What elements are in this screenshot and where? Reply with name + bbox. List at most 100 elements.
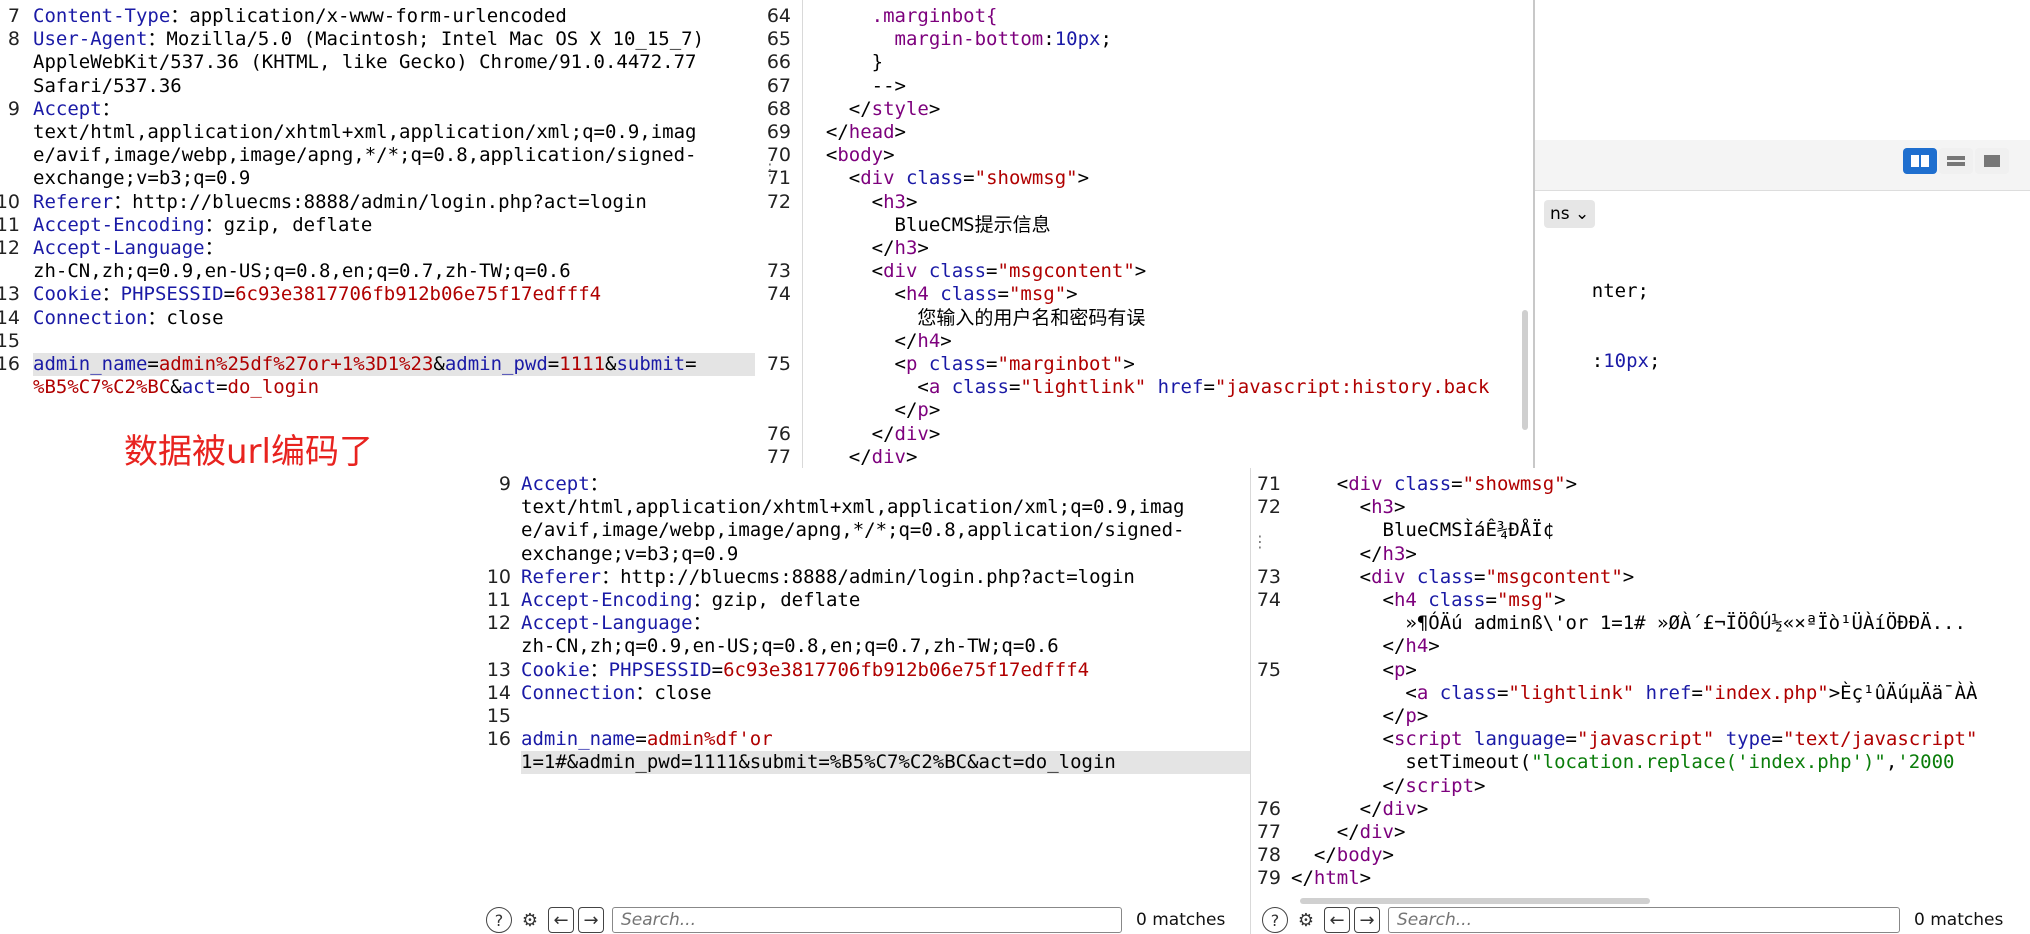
code-line[interactable]: </script> bbox=[1291, 775, 1486, 798]
code-line[interactable]: text/html,application/xhtml+xml,applicat… bbox=[521, 496, 1184, 519]
code-line[interactable]: Cookie：PHPSESSID=6c93e3817706fb912b06e75… bbox=[521, 659, 1089, 682]
code-line[interactable]: text/html,application/xhtml+xml,applicat… bbox=[33, 121, 696, 144]
code-line[interactable]: zh-CN,zh;q=0.9,en-US;q=0.8,en;q=0.7,zh-T… bbox=[521, 635, 1059, 658]
code-token: ：close bbox=[147, 306, 224, 329]
code-line[interactable]: admin_name=admin%25df%27or+1%3D1%23&admi… bbox=[33, 353, 755, 376]
background-code-line: nter; bbox=[1591, 280, 1649, 302]
scrollbar-track[interactable] bbox=[1522, 310, 1528, 430]
search-input[interactable] bbox=[612, 907, 1122, 933]
code-line[interactable]: Connection：close bbox=[521, 682, 712, 705]
arrow-left-icon[interactable]: ← bbox=[548, 907, 574, 933]
code-line[interactable]: Connection：close bbox=[33, 307, 224, 330]
request-panel-bottom: 9 Accept： text/html,application/xhtml+xml,… bbox=[485, 468, 1250, 908]
code-line[interactable]: margin-bottom:10px; bbox=[803, 28, 1112, 51]
code-line[interactable]: </h3> bbox=[1291, 543, 1417, 566]
code-line[interactable]: AppleWebKit/537.36 (KHTML, like Gecko) C… bbox=[33, 51, 696, 74]
code-line[interactable]: <div class="showmsg"> bbox=[803, 167, 1089, 190]
code-line[interactable]: <h4 class="msg"> bbox=[1291, 589, 1566, 612]
split-view-button[interactable] bbox=[1903, 148, 1937, 174]
code-line[interactable]: Safari/537.36 bbox=[33, 75, 182, 98]
code-line[interactable]: </body> bbox=[1291, 844, 1394, 867]
code-line[interactable]: </div> bbox=[1291, 798, 1429, 821]
code-line[interactable]: Referer：http://bluecms:8888/admin/login.… bbox=[521, 566, 1135, 589]
code-line[interactable]: zh-CN,zh;q=0.9,en-US;q=0.8,en;q=0.7,zh-T… bbox=[33, 260, 571, 283]
code-line[interactable]: <script language="javascript" type="text… bbox=[1291, 728, 1978, 751]
code-line[interactable]: </div> bbox=[803, 423, 941, 446]
chevron-down-icon: ⌄ bbox=[1575, 204, 1590, 224]
code-token: zh-CN,zh;q=0.9,en-US;q=0.8,en;q=0.7,zh-T… bbox=[521, 635, 1059, 658]
code-line[interactable]: Accept-Encoding：gzip, deflate bbox=[521, 589, 860, 612]
code-line[interactable]: 您输入的用户名和密码有误 bbox=[803, 307, 1145, 330]
code-line[interactable]: </style> bbox=[803, 98, 941, 121]
code-line[interactable]: User-Agent：Mozilla/5.0 (Macintosh; Intel… bbox=[33, 28, 704, 51]
code-line[interactable]: <h3> bbox=[1291, 496, 1406, 519]
code-line[interactable]: <p class="marginbot"> bbox=[803, 353, 1135, 376]
line-number: 13 bbox=[0, 283, 20, 306]
line-number: 7 bbox=[7, 5, 20, 27]
match-count: 0 matches bbox=[1136, 910, 1226, 930]
gear-icon[interactable]: ⚙ bbox=[516, 907, 544, 933]
arrow-right-icon[interactable]: → bbox=[1354, 907, 1380, 933]
code-line[interactable]: admin_name=admin%df'or bbox=[521, 728, 773, 751]
code-line[interactable]: Accept-Encoding：gzip, deflate bbox=[33, 214, 372, 237]
search-input[interactable] bbox=[1388, 907, 1900, 933]
code-line[interactable]: Referer：http://bluecms:8888/admin/login.… bbox=[33, 191, 647, 214]
code-line[interactable]: } bbox=[803, 51, 883, 74]
code-line[interactable]: </h4> bbox=[1291, 635, 1440, 658]
rows-view-button[interactable] bbox=[1939, 148, 1973, 174]
code-line[interactable]: <h4 class="msg"> bbox=[803, 283, 1078, 306]
code-line[interactable]: .marginbot{ bbox=[803, 5, 998, 28]
code-line[interactable]: <div class="msgcontent"> bbox=[803, 260, 1147, 283]
code-line[interactable]: <div class="msgcontent"> bbox=[1291, 566, 1635, 589]
background-dropdown[interactable]: ns ⌄ bbox=[1544, 200, 1596, 228]
code-line[interactable]: </p> bbox=[1291, 705, 1429, 728]
code-line[interactable]: BlueCMS提示信息 bbox=[803, 214, 1051, 237]
code-line[interactable]: Cookie：PHPSESSID=6c93e3817706fb912b06e75… bbox=[33, 283, 601, 306]
code-line[interactable]: </head> bbox=[803, 121, 906, 144]
drag-handle-icon[interactable]: ⋮ bbox=[762, 162, 778, 178]
horizontal-scrollbar[interactable] bbox=[1300, 898, 1650, 904]
single-view-button[interactable] bbox=[1975, 148, 2009, 174]
code-line[interactable]: </p> bbox=[803, 399, 941, 422]
code-line[interactable]: <p> bbox=[1291, 659, 1417, 682]
vertical-divider bbox=[1250, 468, 1251, 934]
code-line[interactable]: 1=1#&admin_pwd=1111&submit=%B5%C7%C2%BC&… bbox=[521, 751, 1250, 775]
code-token: ： bbox=[589, 658, 609, 681]
code-line[interactable]: <body> bbox=[803, 144, 895, 167]
code-line[interactable]: <h3> bbox=[803, 191, 918, 214]
code-line[interactable]: Accept： bbox=[521, 473, 609, 496]
code-line[interactable]: <div class="showmsg"> bbox=[1291, 473, 1577, 496]
code-line[interactable]: --> bbox=[803, 75, 906, 98]
code-line[interactable]: exchange;v=b3;q=0.9 bbox=[521, 543, 738, 566]
line-number: 65 bbox=[766, 28, 791, 51]
code-token: "lightlink" bbox=[1508, 681, 1635, 704]
code-line[interactable]: Content-Type：application/x-www-form-urle… bbox=[33, 5, 567, 28]
code-line[interactable]: exchange;v=b3;q=0.9 bbox=[33, 167, 250, 190]
code-line[interactable]: »¶Ó­Äú adminß\'or 1=1# »ØÀ´£¬ÏÖÔÚ½«×ªÏò¹… bbox=[1291, 612, 1966, 635]
code-token: class bbox=[1382, 473, 1452, 495]
search-toolbar-right: ? ⚙ ← → 0 matches bbox=[1262, 906, 2003, 934]
code-line[interactable]: </div> bbox=[803, 446, 918, 469]
code-line[interactable]: </h4> bbox=[803, 330, 952, 353]
arrow-left-icon[interactable]: ← bbox=[1324, 907, 1350, 933]
code-line[interactable]: <a class="lightlink" href="index.php">Èç… bbox=[1291, 682, 1977, 705]
code-line[interactable]: </div> bbox=[1291, 821, 1406, 844]
drag-handle-icon[interactable]: ⋮ bbox=[1252, 534, 1268, 550]
code-token: class bbox=[928, 283, 998, 306]
code-line[interactable]: %B5%C7%C2%BC&act=do_login bbox=[33, 376, 319, 399]
code-line[interactable]: Accept-Language： bbox=[33, 237, 224, 260]
help-icon[interactable]: ? bbox=[1262, 907, 1288, 933]
code-line[interactable]: <a class="lightlink" href="javascript:hi… bbox=[803, 376, 1489, 399]
gear-icon[interactable]: ⚙ bbox=[1292, 907, 1320, 933]
code-line[interactable]: e/avif,image/webp,image/apng,*/*;q=0.8,a… bbox=[521, 519, 1184, 542]
line-number: 76 bbox=[766, 422, 791, 445]
code-line[interactable]: </html> bbox=[1291, 867, 1371, 890]
code-line[interactable]: </h3> bbox=[803, 237, 929, 260]
code-line[interactable]: setTimeout("location.replace('index.php'… bbox=[1291, 751, 1954, 774]
code-line[interactable]: Accept-Language： bbox=[521, 612, 712, 635]
code-line[interactable]: BlueCMSÌáÊ¾ĐÅÏ¢ bbox=[1291, 519, 1555, 542]
code-line[interactable]: Accept： bbox=[33, 98, 121, 121]
code-line[interactable]: e/avif,image/webp,image/apng,*/*;q=0.8,a… bbox=[33, 144, 696, 167]
arrow-right-icon[interactable]: → bbox=[578, 907, 604, 933]
help-icon[interactable]: ? bbox=[486, 907, 512, 933]
